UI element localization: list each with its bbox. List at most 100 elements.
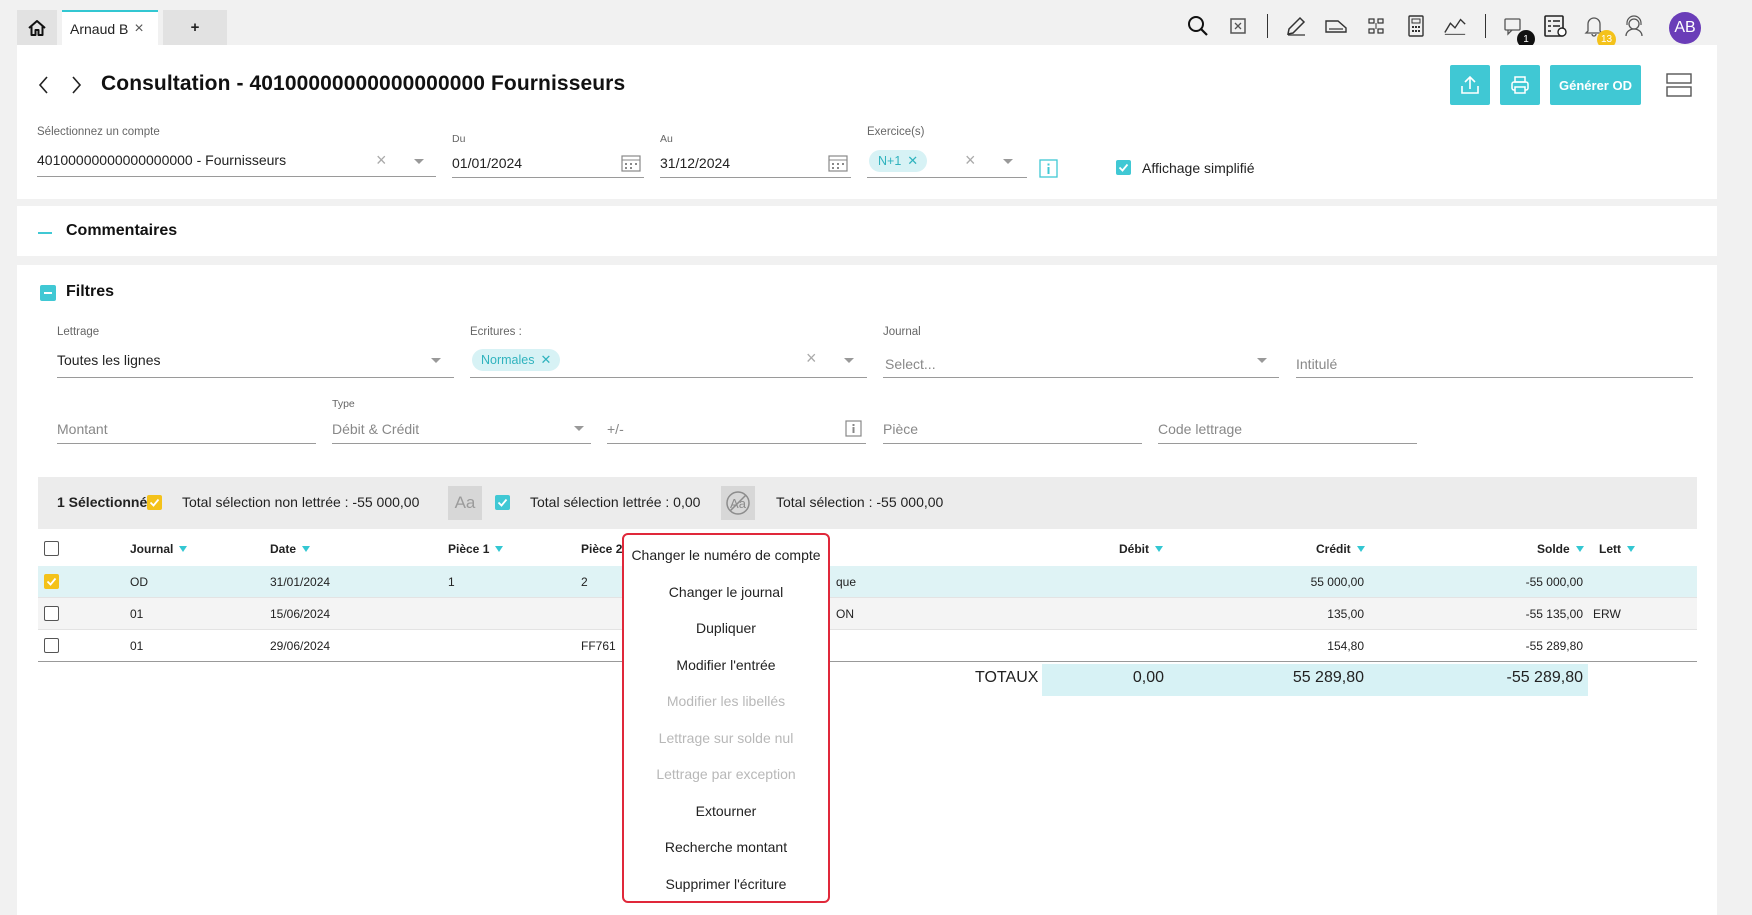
column-header-label: Crédit: [1316, 542, 1351, 556]
comments-title[interactable]: Commentaires: [66, 222, 177, 240]
home-tab[interactable]: [17, 10, 57, 45]
calculator-icon[interactable]: [1226, 14, 1250, 38]
calendar-icon[interactable]: [621, 154, 641, 172]
cell-libelle: que: [836, 575, 857, 589]
menu-item-lettrage-exception: Lettrage par exception: [656, 766, 796, 782]
cell-piece2: 2: [581, 575, 588, 589]
tasks-icon[interactable]: [1542, 14, 1568, 38]
menu-item-edit-entry[interactable]: Modifier l'entrée: [624, 657, 828, 673]
tab-user[interactable]: Arnaud B ×: [62, 10, 158, 45]
row-checkbox[interactable]: [44, 574, 59, 589]
support-icon[interactable]: [1622, 14, 1646, 38]
unletter-icon: Aa: [726, 491, 750, 515]
lettrage-select-value[interactable]: Toutes les lignes: [57, 352, 161, 368]
piece-input[interactable]: Pièce: [883, 421, 918, 437]
chip-remove-icon[interactable]: ✕: [907, 153, 918, 169]
journal-underline: [883, 377, 1279, 378]
column-header-piece1[interactable]: Pièce 1: [448, 542, 504, 556]
simplified-display-checkbox[interactable]: [1116, 160, 1131, 175]
column-header-credit[interactable]: Crédit: [1316, 542, 1365, 556]
exercise-dropdown-icon[interactable]: [1003, 159, 1013, 164]
close-tab-icon[interactable]: ×: [134, 20, 143, 38]
ecritures-dropdown-icon[interactable]: [844, 358, 854, 363]
delettrer-button[interactable]: Aa: [721, 486, 755, 520]
lettrer-button[interactable]: Aa: [448, 486, 482, 520]
page-title: Consultation - 40100000000000000000 Four…: [101, 72, 626, 95]
column-header-lett[interactable]: Lett: [1599, 542, 1635, 556]
cell-journal: OD: [130, 575, 148, 589]
lettree-checkbox[interactable]: [495, 495, 510, 510]
total-debit: 0,00: [1132, 669, 1164, 686]
hierarchy-icon[interactable]: [1364, 14, 1388, 38]
export-button[interactable]: [1450, 65, 1490, 105]
code-lettrage-underline: [1158, 443, 1417, 444]
context-menu: Changer le numéro de compte Changer le j…: [622, 533, 830, 903]
cell-piece2: FF761: [581, 639, 616, 653]
scanner-icon[interactable]: [1324, 14, 1348, 38]
column-header-piece2[interactable]: Pièce 2: [581, 542, 622, 556]
row-checkbox[interactable]: [44, 606, 59, 621]
sort-icon: [1155, 546, 1163, 552]
account-dropdown-icon[interactable]: [414, 159, 424, 164]
print-button[interactable]: [1500, 65, 1540, 105]
type-dropdown-icon[interactable]: [574, 426, 584, 431]
column-header-label: Pièce 2: [581, 542, 623, 556]
filters-title[interactable]: Filtres: [66, 283, 114, 301]
ecritures-chip[interactable]: Normales ✕: [472, 349, 561, 371]
menu-item-duplicate[interactable]: Dupliquer: [624, 620, 828, 636]
layout-icon[interactable]: [1666, 73, 1692, 97]
column-header-journal[interactable]: Journal: [130, 542, 188, 556]
search-icon[interactable]: [1186, 14, 1210, 38]
home-icon: [28, 19, 46, 36]
chart-icon[interactable]: [1443, 14, 1467, 38]
code-lettrage-input[interactable]: Code lettrage: [1158, 421, 1242, 437]
avatar[interactable]: AB: [1669, 12, 1701, 44]
row-checkbox[interactable]: [44, 638, 59, 653]
filters-collapse-icon[interactable]: [40, 285, 56, 301]
select-all-checkbox[interactable]: [44, 541, 59, 556]
exercise-chip[interactable]: N+1 ✕: [869, 150, 928, 172]
menu-item-search-amount[interactable]: Recherche montant: [624, 839, 828, 855]
column-header-debit[interactable]: Débit: [1119, 542, 1163, 556]
info-icon[interactable]: [845, 420, 862, 437]
menu-item-reverse[interactable]: Extourner: [624, 803, 828, 819]
cell-credit: 154,80: [1327, 639, 1364, 653]
account-clear-icon[interactable]: ×: [376, 150, 387, 171]
montant-input[interactable]: Montant: [57, 421, 108, 437]
date-from-underline: [452, 177, 644, 178]
lettrage-underline: [57, 377, 454, 378]
column-header-solde[interactable]: Solde: [1537, 542, 1584, 556]
back-arrow-icon[interactable]: [36, 74, 52, 96]
menu-item-change-account[interactable]: Changer le numéro de compte: [624, 547, 828, 563]
journal-dropdown-icon[interactable]: [1257, 358, 1267, 363]
generate-od-button[interactable]: Générer OD: [1550, 65, 1641, 105]
selection-yellow-checkbox[interactable]: [147, 495, 162, 510]
edit-icon[interactable]: [1284, 14, 1308, 38]
info-icon[interactable]: [1039, 159, 1058, 178]
type-label: Type: [332, 398, 355, 410]
lettrage-dropdown-icon[interactable]: [431, 358, 441, 363]
calc-grid-icon[interactable]: [1404, 14, 1428, 38]
total-selection: Total sélection : -55 000,00: [776, 494, 944, 510]
intitule-input[interactable]: Intitulé: [1296, 356, 1337, 372]
chip-remove-icon[interactable]: ✕: [541, 352, 552, 368]
add-tab-button[interactable]: +: [163, 10, 227, 45]
account-select-value[interactable]: 40100000000000000000 - Fournisseurs: [37, 152, 286, 168]
table-row[interactable]: 01 15/06/2024 ON 135,00 -55 135,00 ERW: [38, 598, 1697, 630]
menu-item-delete-entry[interactable]: Supprimer l'écriture: [624, 876, 828, 892]
column-header-date[interactable]: Date: [270, 542, 311, 556]
journal-select[interactable]: Select...: [885, 356, 936, 372]
table-row[interactable]: OD 31/01/2024 1 2 que 55 000,00 -55 000,…: [38, 566, 1697, 598]
date-to-input[interactable]: 31/12/2024: [660, 155, 730, 171]
date-from-input[interactable]: 01/01/2024: [452, 155, 522, 171]
menu-item-change-journal[interactable]: Changer le journal: [624, 584, 828, 600]
cell-solde: -55 000,00: [1525, 575, 1583, 589]
plusminus-input[interactable]: +/-: [607, 421, 624, 437]
table-row[interactable]: 01 29/06/2024 FF761 154,80 -55 289,80: [38, 630, 1697, 662]
calendar-icon[interactable]: [828, 154, 848, 172]
exercise-clear-icon[interactable]: ×: [965, 150, 976, 171]
comments-collapse-icon[interactable]: [38, 232, 52, 234]
ecritures-clear-icon[interactable]: ×: [806, 348, 817, 369]
forward-arrow-icon[interactable]: [68, 74, 84, 96]
type-select-value[interactable]: Débit & Crédit: [332, 421, 419, 437]
